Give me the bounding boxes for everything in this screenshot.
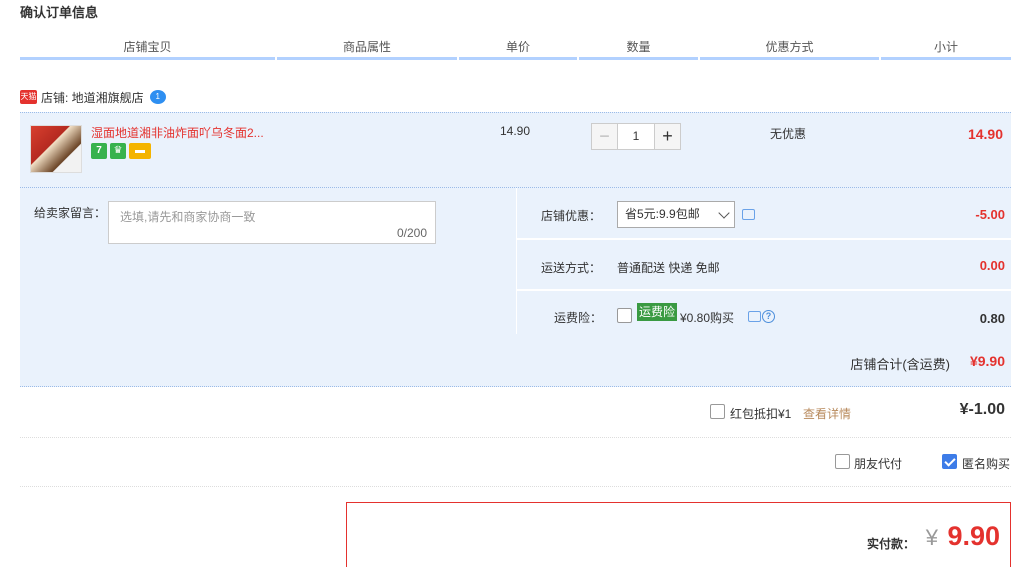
red-packet-row: 红包抵扣¥1 查看详情 ¥-1.00 [20,388,1011,438]
column-header: 优惠方式 [700,38,879,60]
freight-insurance-label: 运费险： [554,311,603,325]
comment-icon[interactable] [748,311,761,322]
unit-price: 14.90 [500,124,531,138]
decrease-quantity-button[interactable]: − [591,123,618,150]
anonymous-purchase-checkbox[interactable] [942,454,957,469]
column-header: 小计 [881,38,1011,60]
shop-name[interactable]: 店铺: 地道湘旗舰店 [41,89,144,106]
shipping-value: 0.00 [979,258,1005,273]
page-title: 确认订单信息 [20,5,99,20]
credit-card-icon[interactable]: ▬ [129,143,151,159]
freight-insurance-tag: 运费险 [637,303,678,321]
freight-insurance-value: 0.80 [979,311,1005,326]
tmall-icon: 天猫 [20,90,37,104]
red-packet-checkbox[interactable] [710,404,725,419]
message-char-counter: 0/200 [396,226,427,240]
comment-icon[interactable] [742,209,755,220]
order-options-panel: 店铺优惠： 省5元:9.9包邮 -5.00 运送方式： 普通配送 快递 免邮 0… [516,188,1012,334]
order-details-area: 给卖家留言： 选填,请先和商家协商一致 0/200 店铺优惠： 省5元:9.9包… [20,188,1012,334]
store-total-value: ¥9.90 [969,353,1005,369]
increase-quantity-button[interactable]: + [654,123,681,150]
store-total-row: 店铺合计(含运费) ¥9.90 [20,334,1011,387]
item-subtotal: 14.90 [967,126,1003,142]
freight-insurance-price: ¥0.80购买 [680,311,735,325]
shop-line: 天猫 店铺: 地道湘旗舰店 1 [20,88,167,106]
service-badges: 7 ♛ ▬ [91,143,151,159]
chevron-down-icon [718,207,730,219]
shop-discount-row: 店铺优惠： 省5元:9.9包邮 -5.00 [517,188,1012,240]
payment-options-row: 朋友代付 匿名购买 [20,438,1011,487]
payment-label: 实付款： [866,537,915,551]
product-thumbnail[interactable] [30,125,82,173]
red-packet-value: ¥-1.00 [959,401,1005,418]
column-header: 店铺宝贝 [20,38,275,60]
message-placeholder: 选填,请先和商家协商一致 [120,210,256,224]
column-header: 数量 [579,38,698,60]
quantity-stepper: − 1 + [591,123,681,150]
shipping-method: 普通配送 快递 免邮 [617,261,720,275]
quantity-input[interactable]: 1 [618,123,654,150]
guarantee-icon[interactable]: ♛ [110,143,126,159]
chat-badge: 1 [149,90,166,104]
friend-pay-checkbox[interactable] [835,454,850,469]
shop-discount-select[interactable]: 省5元:9.9包邮 [617,201,735,228]
product-title-link[interactable]: 湿面地道湘非油炸面吖乌冬面2... [91,124,264,141]
payment-summary-box: 实付款： ¥ 9.90 [346,502,1011,567]
discount-method: 无优惠 [770,127,807,141]
order-item-row: 湿面地道湘非油炸面吖乌冬面2... 7 ♛ ▬ 14.90 − 1 + 无优惠 … [20,112,1011,188]
wangwang-chat-icon[interactable]: 1 [149,90,167,104]
shop-discount-value: -5.00 [975,207,1005,222]
freight-insurance-checkbox[interactable] [617,308,632,323]
payment-currency: ¥ [925,525,938,550]
table-header: 店铺宝贝 商品属性 单价 数量 优惠方式 小计 [20,38,1011,60]
red-packet-label: 红包抵扣¥1 [730,407,792,421]
seven-day-return-icon[interactable]: 7 [91,143,107,159]
store-total-label: 店铺合计(含运费) [850,357,950,372]
payment-amount: 9.90 [947,521,1000,551]
shop-discount-label: 店铺优惠： [541,209,602,223]
column-header: 商品属性 [277,38,457,60]
anonymous-purchase-label[interactable]: 匿名购买 [962,455,1010,472]
help-icon[interactable]: ? [762,310,775,323]
freight-insurance-row: 运费险： 运费险 ¥0.80购买 ? 0.80 [517,291,1012,334]
seller-message-input[interactable]: 选填,请先和商家协商一致 0/200 [108,201,436,244]
shop-discount-selected: 省5元:9.9包邮 [625,207,700,221]
shipping-row: 运送方式： 普通配送 快递 免邮 0.00 [517,240,1012,291]
view-details-link[interactable]: 查看详情 [803,405,851,422]
friend-pay-label[interactable]: 朋友代付 [854,455,902,472]
column-header: 单价 [459,38,577,60]
message-label: 给卖家留言： [34,206,107,220]
shipping-label: 运送方式： [541,261,602,275]
